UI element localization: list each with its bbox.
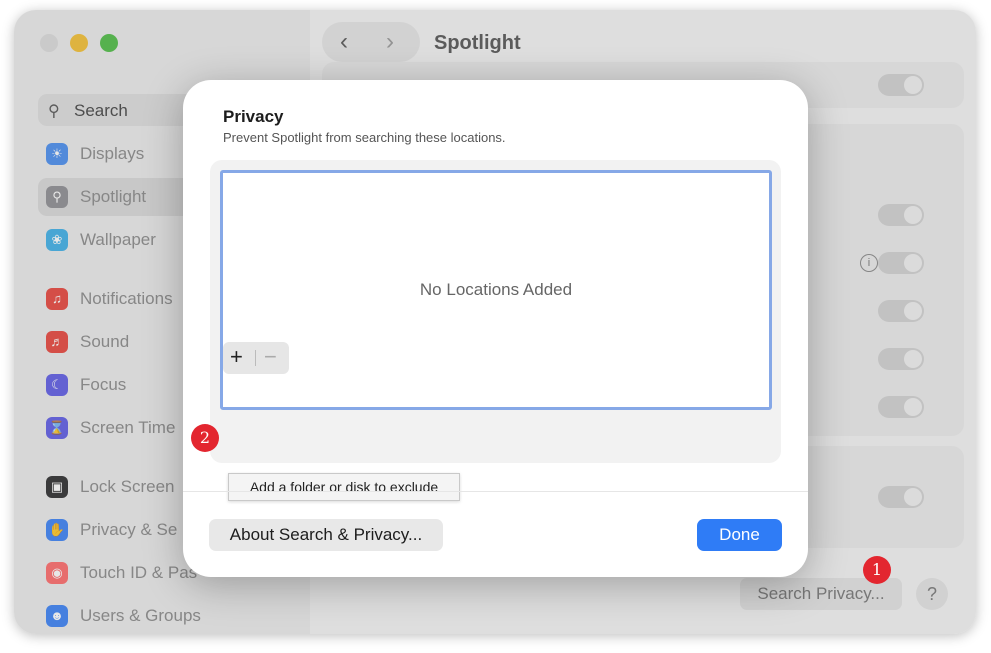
step-marker-2: 2 (191, 424, 219, 452)
add-remove-control: + − (223, 342, 289, 374)
step-marker-1: 1 (863, 556, 891, 584)
locations-list-container: No Locations Added (210, 160, 781, 463)
remove-location-button[interactable]: − (264, 344, 277, 370)
add-location-button[interactable]: + (230, 344, 243, 370)
empty-list-message: No Locations Added (419, 280, 573, 299)
dialog-divider (183, 491, 808, 492)
privacy-dialog: Privacy Prevent Spotlight from searching… (183, 80, 808, 577)
add-button-tooltip: Add a folder or disk to exclude (228, 473, 460, 501)
done-button[interactable]: Done (697, 519, 782, 551)
excluded-locations-list[interactable]: No Locations Added (220, 170, 772, 410)
control-separator (255, 350, 256, 366)
about-search-privacy-button[interactable]: About Search & Privacy... (209, 519, 443, 551)
dialog-subtitle: Prevent Spotlight from searching these l… (223, 130, 506, 145)
dialog-title: Privacy (223, 107, 284, 126)
